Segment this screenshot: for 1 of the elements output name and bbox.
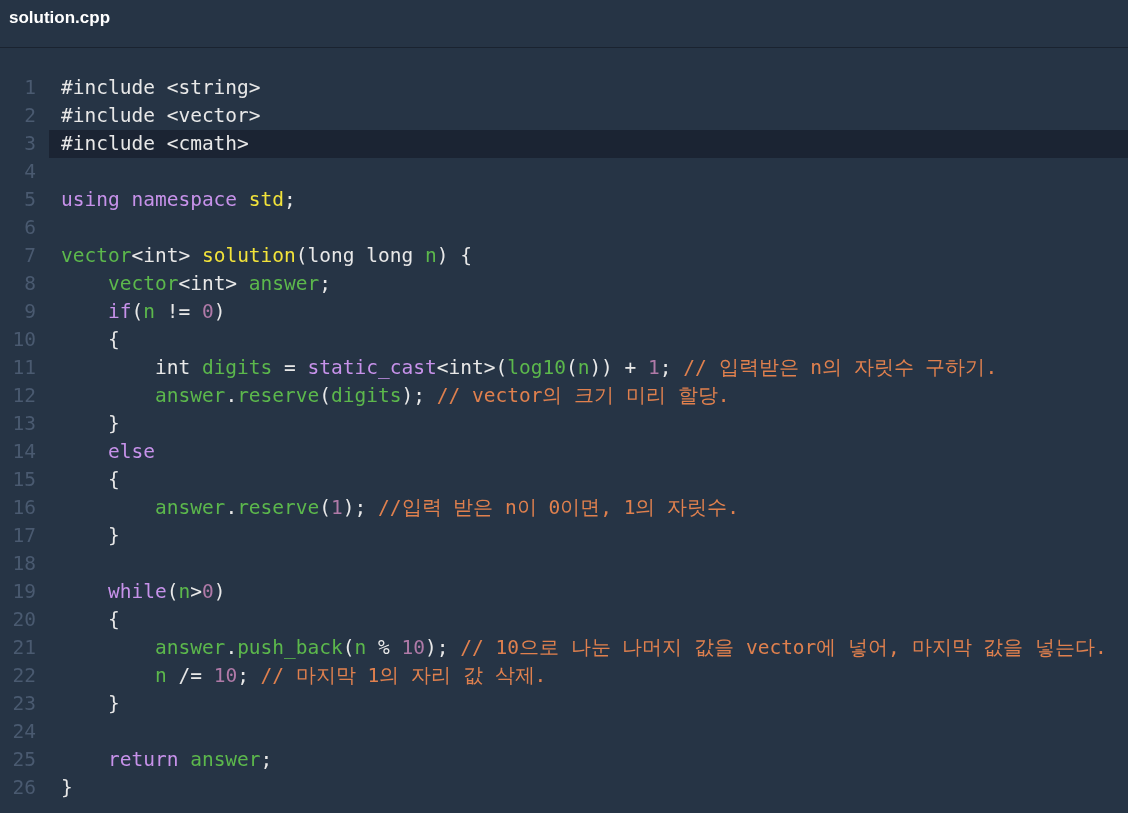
file-name-tab[interactable]: solution.cpp [9, 5, 111, 31]
